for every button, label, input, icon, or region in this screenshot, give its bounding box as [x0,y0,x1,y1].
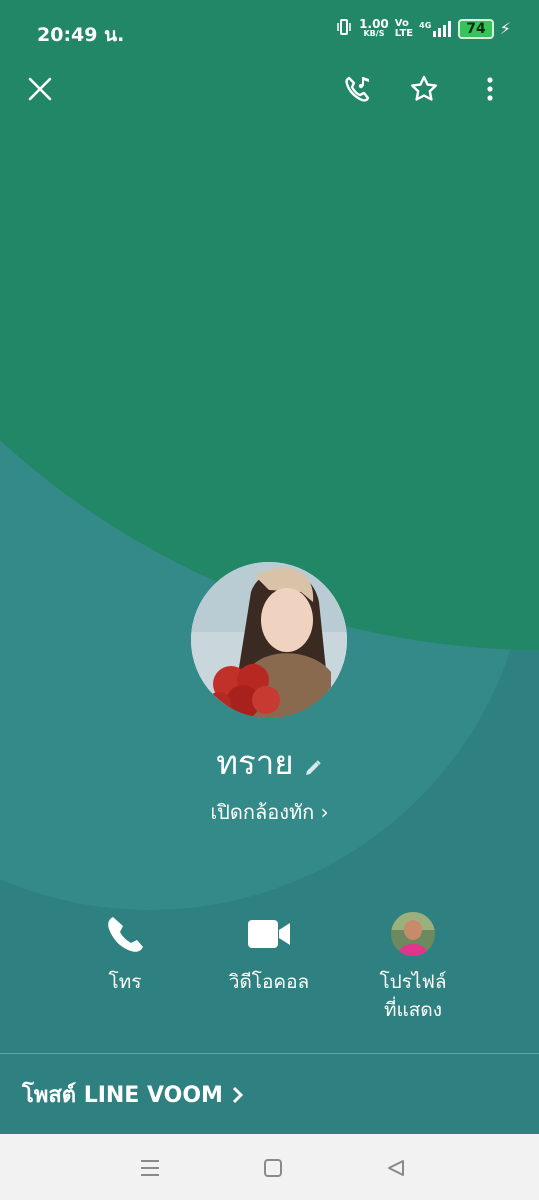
phone-music-icon [345,76,370,102]
back-button[interactable] [384,1156,408,1180]
profile-name-row: ทราย [0,736,539,789]
status-bar: 20:49 น. 1.00 KB/S Vo LTE 4G 74 ⚡ [0,0,539,62]
camera-greeting-link[interactable]: เปิดกล้องทัก › [0,796,539,828]
profile-name: ทราย [216,743,294,782]
chevron-right-icon: › [314,800,329,824]
status-time: 20:49 น. [37,24,125,46]
video-camera-icon [248,920,290,948]
battery-indicator: 74 [458,18,494,39]
more-options-button[interactable] [473,72,507,106]
top-action-bar [0,62,539,118]
close-icon [28,77,52,101]
profile-avatar[interactable] [191,562,347,718]
voice-call-label: โทร [108,971,142,993]
phone-icon [108,917,143,952]
voice-call-button[interactable]: โทร [50,908,200,996]
video-call-button[interactable]: วิดีโอคอล [194,908,344,996]
charging-icon: ⚡ [499,19,511,38]
close-button[interactable] [23,72,57,106]
home-button[interactable] [261,1156,285,1180]
video-call-label: วิดีโอคอล [228,971,310,993]
system-navigation-bar [0,1134,539,1200]
square-icon [264,1159,282,1177]
line-voom-posts-link[interactable]: โพสต์ LINE VOOM [22,1077,245,1112]
pencil-icon [305,759,321,775]
divider [0,1053,539,1054]
recent-apps-button[interactable] [138,1156,162,1180]
menu-lines-icon [141,1160,159,1176]
volte-indicator: Vo LTE [394,17,414,39]
net-speed: 1.00 KB/S [359,16,389,38]
chevron-right-icon [232,1086,244,1103]
action-buttons: โทร วิดีโอคอล โปรไฟล์ ที่แสดง [0,908,539,1038]
ringback-tone-button[interactable] [341,72,375,106]
displayed-profile-label: โปรไฟล์ ที่แสดง [379,971,447,1021]
more-vertical-icon [487,77,493,101]
profile-photo-image [191,562,347,718]
signal-icon: 4G [419,20,452,37]
displayed-profile-button[interactable]: โปรไฟล์ ที่แสดง [338,908,488,1024]
favorite-button[interactable] [407,72,441,106]
status-icons: 1.00 KB/S Vo LTE 4G 74 ⚡ [335,18,511,39]
displayed-profile-avatar [391,912,435,956]
vibrate-icon [335,18,353,39]
back-triangle-icon [388,1160,404,1176]
star-icon [411,75,437,101]
edit-name-button[interactable] [303,758,323,782]
